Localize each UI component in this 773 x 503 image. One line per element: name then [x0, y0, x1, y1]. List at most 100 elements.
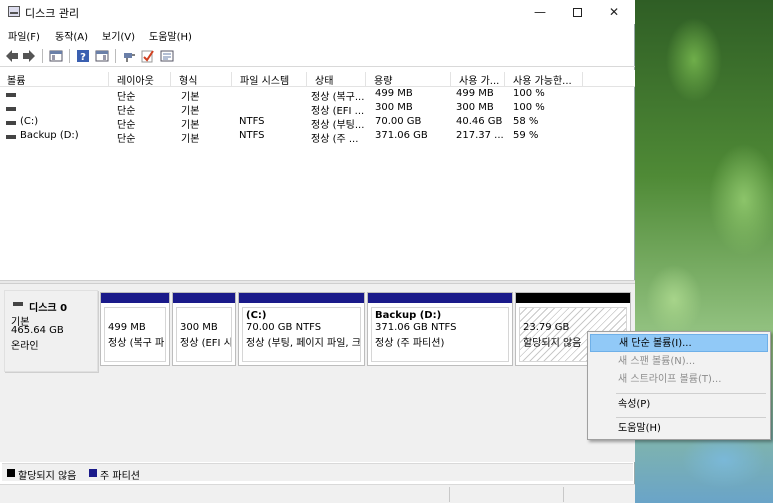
column-volume[interactable]: 볼륨	[3, 72, 109, 86]
partition-name	[108, 310, 162, 322]
drive-icon	[6, 121, 16, 125]
maximize-button[interactable]	[559, 0, 595, 24]
back-arrow-icon[interactable]	[5, 49, 19, 63]
volume-row[interactable]: 단순 기본 정상 (EFI ... 300 MB 300 MB 100 %	[0, 102, 600, 117]
status-divider	[449, 487, 450, 502]
partition-d[interactable]: Backup (D:) 371.06 GB NTFS 정상 (주 파티션)	[367, 292, 513, 366]
partition-body: 300 MB 정상 (EFI 시	[176, 307, 232, 362]
partition-size: 499 MB	[108, 322, 146, 333]
partition-body: Backup (D:) 371.06 GB NTFS 정상 (주 파티션)	[371, 307, 509, 362]
volume-capacity: 499 MB	[375, 88, 413, 99]
title-bar[interactable]: 디스크 관리 — ✕	[0, 0, 635, 24]
column-percent-free[interactable]: 사용 가능한...	[509, 72, 583, 86]
disk-size: 465.64 GB	[11, 325, 64, 336]
volume-status: 정상 (EFI ...	[311, 106, 365, 117]
help-icon[interactable]: ?	[76, 49, 90, 63]
partition-efi[interactable]: 300 MB 정상 (EFI 시	[172, 292, 236, 366]
legend: 할당되지 않음 주 파티션	[2, 463, 633, 482]
partition-name: Backup (D:)	[375, 310, 442, 321]
volume-type: 기본	[181, 120, 200, 131]
drive-icon	[6, 107, 16, 111]
column-type[interactable]: 형식	[175, 72, 232, 86]
volume-fs: NTFS	[239, 116, 265, 127]
menu-new-spanned-volume[interactable]: 새 스팬 볼륨(N)...	[590, 353, 768, 371]
connect-icon[interactable]	[122, 49, 136, 63]
column-layout[interactable]: 레이아웃	[113, 72, 171, 86]
partition-name: (C:)	[246, 310, 267, 321]
volume-layout: 단순	[117, 134, 136, 145]
volume-percent: 100 %	[513, 88, 545, 99]
volume-percent: 100 %	[513, 102, 545, 113]
volume-percent: 59 %	[513, 130, 539, 141]
menu-separator	[616, 393, 766, 394]
disk-state: 온라인	[11, 341, 39, 352]
partition-size: 300 MB	[180, 322, 218, 333]
menu-help-item[interactable]: 도움말(H)	[590, 420, 768, 438]
drive-icon	[6, 135, 16, 139]
column-capacity[interactable]: 용량	[370, 72, 451, 86]
partition-body: (C:) 70.00 GB NTFS 정상 (부팅, 페이지 파일, 크	[242, 307, 361, 362]
partition-size: 371.06 GB NTFS	[375, 322, 457, 333]
partition-status: 정상 (복구 파	[108, 338, 165, 349]
partition-recovery[interactable]: 499 MB 정상 (복구 파	[100, 292, 170, 366]
toolbar-separator	[115, 49, 116, 63]
volume-row[interactable]: Backup (D:) 단순 기본 NTFS 정상 (주 ... 371.06 …	[0, 130, 600, 145]
menu-file[interactable]: 파일(F)	[8, 28, 40, 43]
volume-free: 40.46 GB	[456, 116, 503, 127]
console-tree-icon[interactable]	[49, 49, 63, 63]
volume-percent: 58 %	[513, 116, 539, 127]
status-bar	[0, 484, 635, 503]
menu-separator	[616, 417, 766, 418]
volume-row[interactable]: (C:) 단순 기본 NTFS 정상 (부팅... 70.00 GB 40.46…	[0, 116, 600, 131]
partition-color-bar	[516, 293, 630, 303]
disk-management-window: 디스크 관리 — ✕ 파일(F) 동작(A) 보기(V) 도움말(H) ? 볼륨…	[0, 0, 635, 503]
column-file-system[interactable]: 파일 시스템	[236, 72, 307, 86]
volume-type: 기본	[181, 92, 200, 103]
volume-status: 정상 (복구...	[311, 92, 365, 103]
properties-icon[interactable]	[160, 49, 174, 63]
menu-new-striped-volume[interactable]: 새 스트라이프 볼륨(T)...	[590, 371, 768, 389]
checkmark-icon[interactable]	[141, 49, 155, 63]
volume-layout: 단순	[117, 120, 136, 131]
volume-status: 정상 (주 ...	[311, 134, 359, 145]
menu-action[interactable]: 동작(A)	[55, 28, 88, 43]
partition-status: 정상 (주 파티션)	[375, 338, 445, 349]
volume-capacity: 70.00 GB	[375, 116, 422, 127]
menu-new-simple-volume[interactable]: 새 단순 볼륨(I)...	[590, 334, 768, 352]
status-divider	[563, 487, 564, 502]
volume-capacity: 300 MB	[375, 102, 413, 113]
volume-layout: 단순	[117, 106, 136, 117]
forward-arrow-icon[interactable]	[22, 49, 36, 63]
menu-view[interactable]: 보기(V)	[102, 28, 135, 43]
disk-management-icon	[8, 6, 20, 17]
context-menu: 새 단순 볼륨(I)... 새 스팬 볼륨(N)... 새 스트라이프 볼륨(T…	[587, 331, 771, 440]
partition-name	[180, 310, 228, 322]
volume-layout: 단순	[117, 92, 136, 103]
volume-capacity: 371.06 GB	[375, 130, 428, 141]
drive-icon	[6, 93, 16, 97]
disk-list-icon[interactable]	[95, 49, 109, 63]
partition-status: 정상 (부팅, 페이지 파일, 크	[246, 338, 361, 349]
column-status[interactable]: 상태	[311, 72, 366, 86]
partition-color-bar	[239, 293, 364, 303]
menu-properties[interactable]: 속성(P)	[590, 396, 768, 414]
legend-unallocated-swatch	[7, 469, 15, 477]
window-title: 디스크 관리	[25, 7, 80, 20]
minimize-button[interactable]: —	[522, 0, 558, 24]
column-free-space[interactable]: 사용 가...	[455, 72, 505, 86]
partition-color-bar	[101, 293, 169, 303]
volume-row[interactable]: 단순 기본 정상 (복구... 499 MB 499 MB 100 %	[0, 88, 600, 103]
partition-name	[523, 310, 623, 322]
menu-bar: 파일(F) 동작(A) 보기(V) 도움말(H)	[0, 25, 635, 44]
toolbar: ?	[0, 45, 635, 67]
svg-text:?: ?	[80, 52, 86, 63]
volume-name: Backup (D:)	[20, 130, 79, 141]
partition-color-bar	[368, 293, 512, 303]
close-button[interactable]: ✕	[596, 0, 632, 24]
disk-info-panel[interactable]: 디스크 0 기본 465.64 GB 온라인	[4, 290, 98, 372]
volume-status: 정상 (부팅...	[311, 120, 365, 131]
partition-c[interactable]: (C:) 70.00 GB NTFS 정상 (부팅, 페이지 파일, 크	[238, 292, 365, 366]
menu-help[interactable]: 도움말(H)	[149, 28, 192, 43]
volume-list-header: 볼륨 레이아웃 형식 파일 시스템 상태 용량 사용 가... 사용 가능한..…	[0, 70, 635, 87]
partition-color-bar	[173, 293, 235, 303]
